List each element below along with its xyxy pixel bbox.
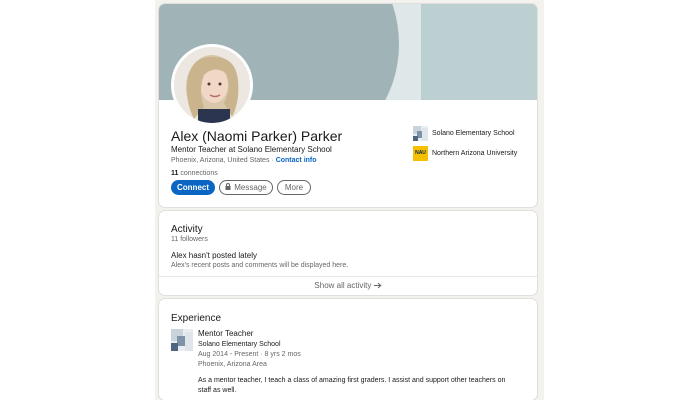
activity-title: Activity <box>171 224 203 235</box>
school-logo-icon <box>413 126 428 141</box>
org-current-company[interactable]: Solano Elementary School <box>413 126 515 141</box>
org-name: Northern Arizona University <box>432 150 518 157</box>
lock-icon <box>225 181 231 194</box>
message-label: Message <box>234 183 267 192</box>
profile-location: Phoenix, Arizona, United States <box>171 157 270 164</box>
company-logo-icon[interactable] <box>171 329 193 351</box>
avatar[interactable] <box>171 44 253 126</box>
activity-empty-title: Alex hasn't posted lately <box>171 251 258 260</box>
more-button[interactable]: More <box>277 180 311 195</box>
divider <box>159 276 537 277</box>
org-name: Solano Elementary School <box>432 130 515 137</box>
show-all-label: Show all activity <box>314 281 372 290</box>
connections-count[interactable]: 11 connections <box>171 170 218 177</box>
experience-description: As a mentor teacher, I teach a class of … <box>198 377 506 394</box>
profile-headline: Mentor Teacher at Solano Elementary Scho… <box>171 145 332 154</box>
experience-card: Experience Mentor Teacher Solano Element… <box>159 299 537 400</box>
connect-button[interactable]: Connect <box>171 180 215 195</box>
connections-label: connections <box>178 170 218 177</box>
experience-dates: Aug 2014 - Present · 8 yrs 2 mos <box>198 351 301 358</box>
nau-logo-icon: NAU <box>413 146 428 161</box>
profile-name: Alex (Naomi Parker) Parker <box>171 128 343 144</box>
profile-card: Alex (Naomi Parker) Parker Mentor Teache… <box>159 4 537 207</box>
experience-company[interactable]: Solano Elementary School <box>198 341 281 348</box>
activity-card: Activity 11 followers Alex hasn't posted… <box>159 211 537 295</box>
org-education[interactable]: NAU Northern Arizona University <box>413 146 517 161</box>
show-all-activity-button[interactable]: Show all activity <box>159 281 537 290</box>
arrow-right-icon <box>373 281 382 290</box>
experience-location: Phoenix, Arizona Area <box>198 361 267 368</box>
experience-title: Experience <box>171 313 222 324</box>
message-button[interactable]: Message <box>219 180 273 195</box>
followers-count: 11 followers <box>171 236 208 243</box>
experience-role: Mentor Teacher <box>198 329 254 338</box>
contact-info-link[interactable]: Contact info <box>276 157 317 164</box>
activity-empty-subtitle: Alex's recent posts and comments will be… <box>171 262 349 269</box>
location-line: Phoenix, Arizona, United States · Contac… <box>171 157 317 164</box>
